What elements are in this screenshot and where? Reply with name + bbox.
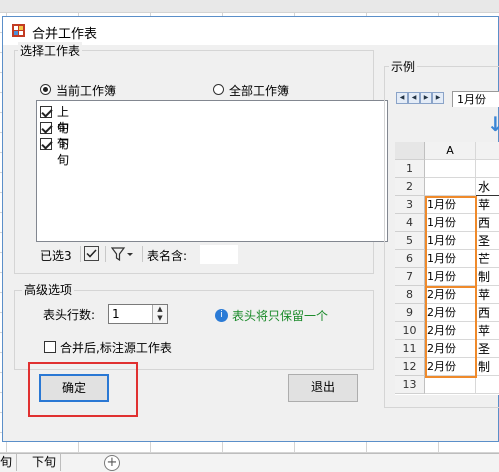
first-sheet-icon: ◀	[396, 92, 408, 104]
radio-all-workbooks[interactable]	[213, 84, 224, 95]
name-contains-input[interactable]	[200, 245, 238, 264]
example-cell-b: 圣	[476, 340, 499, 358]
example-sheet-nav: ◀ ◀ ▶ ▶ 1月份	[395, 91, 499, 108]
next-sheet-icon: ▶	[420, 92, 432, 104]
row-header: 13	[395, 376, 425, 394]
row-header: 7	[395, 268, 425, 286]
example-cell-a	[425, 160, 476, 178]
sheet-tab-xiaxun[interactable]: 下旬	[28, 454, 62, 471]
last-sheet-icon: ▶	[432, 92, 444, 104]
sheet-tab-partial[interactable]: 旬	[0, 454, 18, 471]
corner-cell	[395, 142, 425, 160]
example-cell-b: 圣	[476, 232, 499, 250]
row-header: 5	[395, 232, 425, 250]
example-sheet: A 1 2 水 3 1月份苹 4 1月份西 5 1月份圣 6 1月份芒 7 1月份制 8 2月份苹 9 2月份西…	[395, 142, 499, 395]
example-cell-b: 制	[476, 358, 499, 376]
row-header: 3	[395, 196, 425, 214]
exit-button[interactable]: 退出	[288, 374, 358, 402]
example-cell-b	[476, 376, 499, 394]
example-cell-b: 西	[476, 214, 499, 232]
example-cell-b: 制	[476, 268, 499, 286]
row-header: 12	[395, 358, 425, 376]
row-header: 6	[395, 250, 425, 268]
example-legend: 示例	[389, 58, 418, 75]
stepper-down-icon[interactable]: ▼	[153, 314, 167, 323]
example-cell-b	[476, 160, 499, 178]
ok-button[interactable]: 确定	[39, 374, 109, 402]
row-header: 1	[395, 160, 425, 178]
filter-dropdown[interactable]	[110, 246, 135, 262]
info-icon: i	[215, 309, 228, 322]
selected-count: 已选3	[40, 249, 72, 263]
header-rows-label: 表头行数:	[43, 308, 96, 322]
sheet-checkbox[interactable]	[40, 138, 52, 150]
example-sheet-tab: 1月份	[452, 91, 499, 107]
row-header: 10	[395, 322, 425, 340]
down-arrow-icon: ↓	[487, 112, 499, 136]
header-rows-stepper[interactable]: 1 ▲ ▼	[108, 304, 168, 324]
mark-source-checkbox[interactable]	[44, 341, 56, 353]
radio-current-workbook-label[interactable]: 当前工作簿	[56, 82, 116, 99]
stepper-up-icon[interactable]: ▲	[153, 305, 167, 314]
example-cell-b: 芒	[476, 250, 499, 268]
dialog-title: 合并工作表	[32, 27, 98, 42]
row-header: 9	[395, 304, 425, 322]
app-icon	[12, 24, 25, 37]
example-cell-b: 苹	[476, 196, 499, 214]
example-highlight-jan	[425, 196, 477, 288]
example-highlight-feb	[425, 286, 477, 378]
select-sheets-legend: 选择工作表	[18, 42, 83, 59]
name-contains-label: 表名含:	[147, 249, 188, 263]
example-cell-a	[425, 178, 476, 196]
filter-icon	[110, 247, 133, 262]
header-hint: 表头将只保留一个	[232, 309, 329, 323]
mark-source-label[interactable]: 合并后,标注源工作表	[60, 339, 172, 356]
radio-all-workbooks-label[interactable]: 全部工作簿	[229, 82, 289, 99]
column-header-b	[476, 142, 499, 160]
example-cell-b: 水	[476, 178, 499, 196]
prev-sheet-icon: ◀	[408, 92, 420, 104]
sheet-tab-bar: 旬 下旬 +	[0, 453, 499, 472]
row-header: 11	[395, 340, 425, 358]
advanced-options-legend: 高级选项	[22, 281, 75, 298]
header-rows-value[interactable]: 1	[112, 307, 120, 321]
row-header: 8	[395, 286, 425, 304]
row-header: 2	[395, 178, 425, 196]
sheet-checkbox[interactable]	[40, 106, 52, 118]
sheet-checkbox[interactable]	[40, 122, 52, 134]
example-cell-b: 苹	[476, 286, 499, 304]
example-cell-b: 苹	[476, 322, 499, 340]
advanced-options-group	[14, 290, 374, 370]
add-sheet-icon[interactable]: +	[104, 455, 120, 471]
column-header-a: A	[425, 142, 476, 160]
example-cell-a	[425, 376, 476, 394]
dialog-titlebar[interactable]: 合并工作表	[3, 17, 498, 45]
sheet-label: 下旬	[57, 137, 70, 167]
radio-current-workbook[interactable]	[40, 84, 51, 95]
select-all-checkbox[interactable]	[84, 246, 99, 261]
row-header: 4	[395, 214, 425, 232]
checkmark-icon	[86, 249, 97, 258]
example-cell-b: 西	[476, 304, 499, 322]
sheet-list[interactable]: 上旬 中旬 下旬	[36, 100, 388, 242]
